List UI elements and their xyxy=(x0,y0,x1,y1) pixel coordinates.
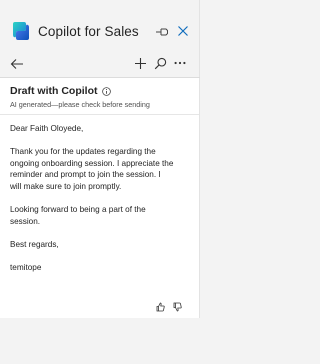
feedback-buttons xyxy=(156,302,182,312)
draft-body-line: ongoing onboarding session. I appreciate… xyxy=(10,158,174,168)
draft-closing-line: Looking forward to being a part of the xyxy=(10,205,146,215)
ai-disclaimer: AI generated—please check before sending xyxy=(10,100,150,109)
draft-signoff: Best regards, xyxy=(10,239,59,249)
close-icon[interactable] xyxy=(177,25,189,37)
draft-body-line: reminder and prompt to join the session.… xyxy=(10,170,161,180)
plus-icon[interactable] xyxy=(134,57,147,70)
search-icon[interactable] xyxy=(154,57,167,70)
copilot-logo-icon xyxy=(13,22,29,40)
draft-body-line: will make sure to join promptly. xyxy=(10,181,122,191)
draft-email-body: Dear Faith Oloyede, Thank you for the up… xyxy=(10,123,192,274)
thumbs-up-icon[interactable] xyxy=(156,302,165,312)
draft-closing-line: session. xyxy=(10,216,41,226)
draft-signature: temitope xyxy=(10,263,42,273)
thumbs-down-icon[interactable] xyxy=(173,302,182,312)
draft-card: Draft with Copilot AI generated—please c… xyxy=(0,78,199,318)
draft-title-row: Draft with Copilot xyxy=(10,84,111,98)
copilot-pane: Copilot for Sales Draft with Copilot AI … xyxy=(0,0,200,364)
info-icon[interactable] xyxy=(101,86,111,96)
more-horizontal-icon[interactable] xyxy=(174,61,186,65)
arrow-left-icon[interactable] xyxy=(10,58,24,70)
pane-footer-space xyxy=(0,318,200,364)
draft-body-line: Thank you for the updates regarding the xyxy=(10,147,156,157)
pin-icon[interactable] xyxy=(155,27,169,37)
pane-header: Copilot for Sales xyxy=(0,0,200,46)
card-divider xyxy=(0,114,199,115)
draft-title: Draft with Copilot xyxy=(10,85,98,97)
draft-greeting: Dear Faith Oloyede, xyxy=(10,124,84,133)
pane-toolbar xyxy=(0,54,200,76)
app-title: Copilot for Sales xyxy=(38,24,139,39)
